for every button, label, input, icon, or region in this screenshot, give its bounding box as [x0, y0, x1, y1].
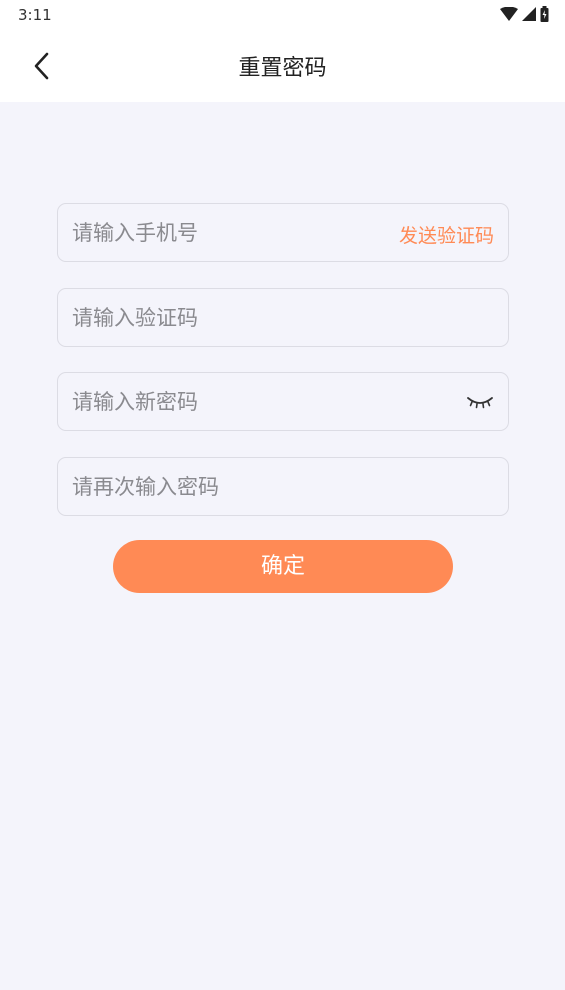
phone-field: 发送验证码	[57, 203, 509, 262]
signal-icon	[522, 7, 536, 21]
status-bar: 3:11	[0, 0, 565, 30]
new-password-input[interactable]	[72, 373, 372, 430]
phone-input[interactable]	[72, 204, 372, 261]
status-time: 3:11	[18, 6, 52, 24]
new-password-field	[57, 372, 509, 431]
verification-code-field	[57, 288, 509, 347]
password-visibility-toggle[interactable]	[466, 391, 494, 413]
app-header: 重置密码	[0, 30, 565, 102]
confirm-password-field	[57, 457, 509, 516]
eye-closed-icon	[467, 397, 493, 409]
verification-code-input[interactable]	[72, 289, 372, 346]
send-code-button[interactable]: 发送验证码	[399, 221, 494, 248]
page-title: 重置密码	[238, 56, 327, 81]
reset-password-form: 发送验证码 确定	[0, 102, 565, 990]
status-icons	[500, 6, 549, 22]
confirm-button[interactable]: 确定	[113, 540, 453, 593]
battery-icon	[540, 6, 549, 22]
wifi-icon	[500, 7, 518, 21]
confirm-password-input[interactable]	[72, 458, 372, 515]
